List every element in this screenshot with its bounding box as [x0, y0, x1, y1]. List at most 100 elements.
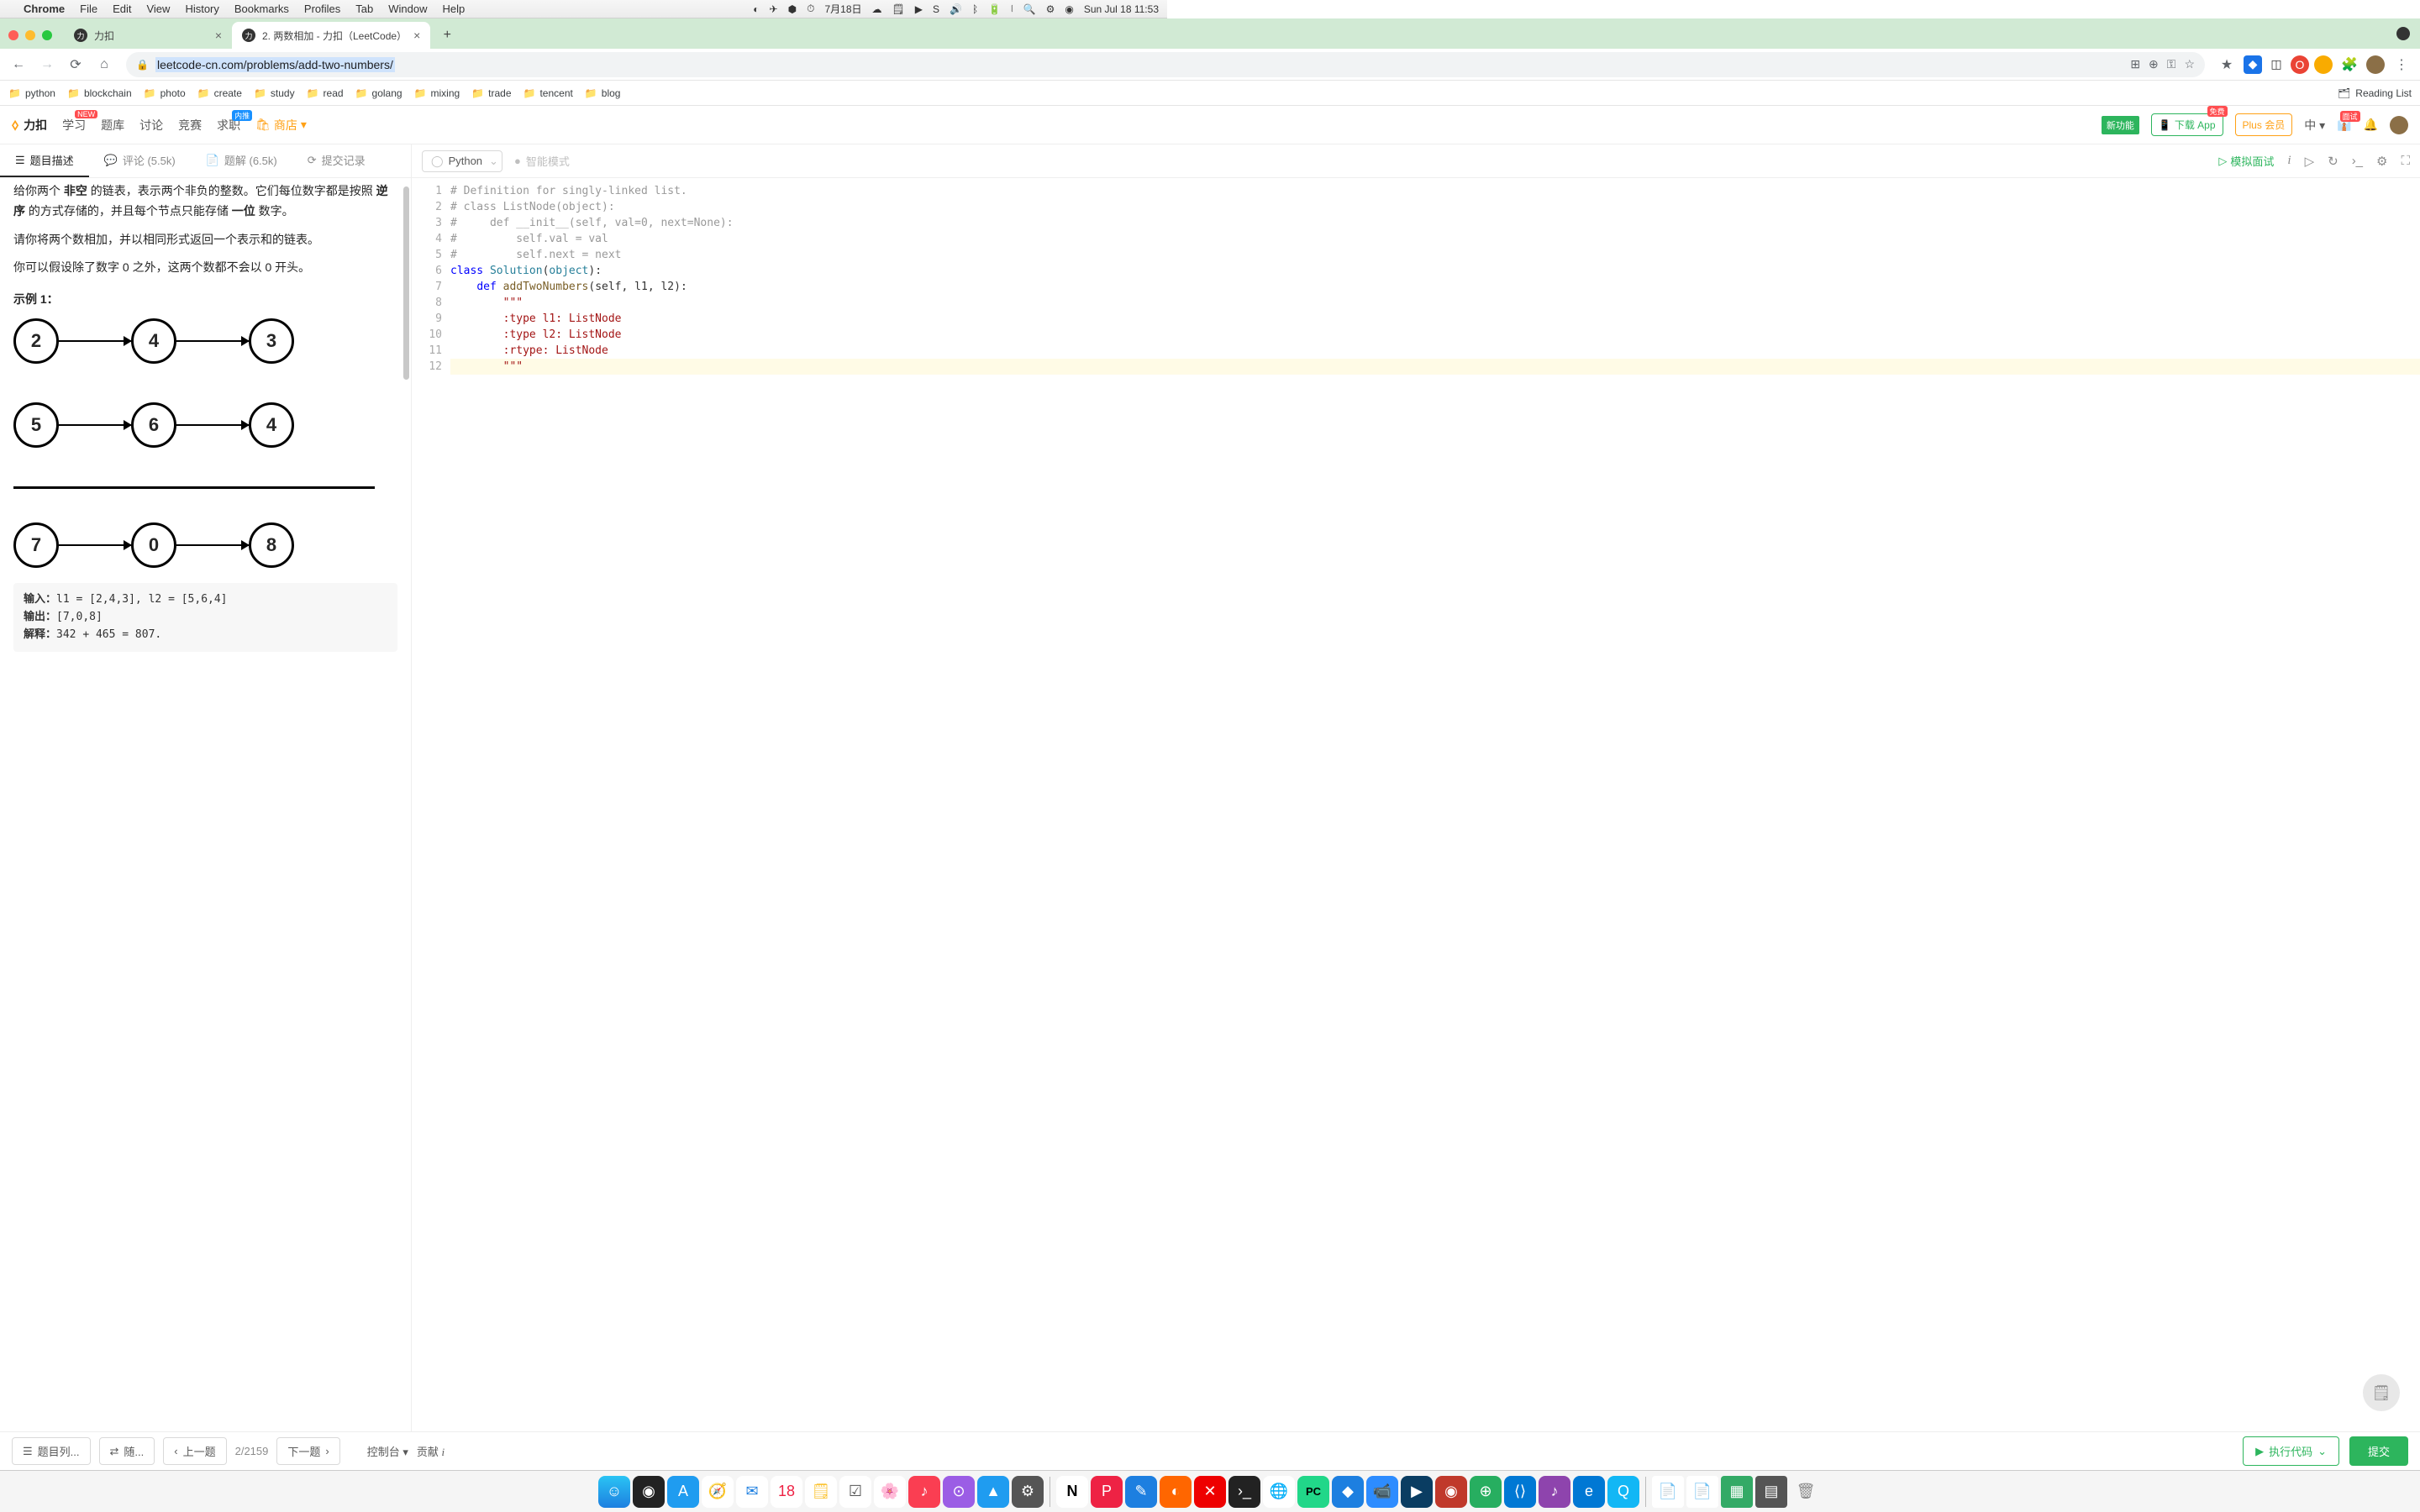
status-icon[interactable]: ▶ [915, 3, 923, 15]
console-toggle[interactable]: 控制台 ▾ [367, 1443, 408, 1459]
nav-problems[interactable]: 题库 [101, 117, 124, 134]
finder-icon[interactable]: ☺ [598, 1476, 630, 1508]
status-icon[interactable]: ◐ [753, 3, 759, 15]
address-bar[interactable]: 🔒 leetcode-cn.com/problems/add-two-numbe… [126, 52, 2205, 77]
bookmark-folder[interactable]: 📁mixing [414, 87, 460, 99]
mail-icon[interactable]: ✉ [736, 1476, 768, 1508]
chrome-menu-icon[interactable]: ⋮ [2390, 53, 2413, 76]
nav-jobs[interactable]: 求职内推 [217, 117, 240, 134]
status-icon[interactable]: ☁ [872, 3, 882, 15]
siri-icon[interactable]: ◉ [633, 1476, 665, 1508]
zoom-icon[interactable]: 📹 [1366, 1476, 1398, 1508]
siri-icon[interactable]: ◉ [1065, 3, 1073, 15]
reminders-icon[interactable]: ☑ [839, 1476, 871, 1508]
browser-tab-active[interactable]: 力 2. 两数相加 - 力扣（LeetCode） × [232, 22, 430, 49]
extensions-icon[interactable]: 🧩 [2338, 53, 2361, 76]
menu-file[interactable]: File [80, 3, 97, 15]
app-icon[interactable]: ⊕ [1470, 1476, 1502, 1508]
safari-icon[interactable]: 🧭 [702, 1476, 734, 1508]
random-button[interactable]: ⇄ 随... [99, 1437, 155, 1465]
mock-interview-button[interactable]: ▷ 模拟面试 [2218, 153, 2274, 169]
user-avatar[interactable] [2390, 116, 2408, 134]
tab-solutions[interactable]: 📄 题解 (6.5k) [191, 144, 292, 177]
bookmark-folder[interactable]: 📁photo [144, 87, 186, 99]
reload-button[interactable]: ⟳ [64, 53, 87, 76]
window-close-button[interactable] [8, 30, 18, 40]
menubar-clock[interactable]: Sun Jul 18 11:53 [1084, 3, 1159, 15]
volume-icon[interactable]: 🔊 [950, 3, 962, 15]
nav-contest[interactable]: 竞赛 [178, 117, 202, 134]
reset-icon[interactable]: ↻ [2328, 154, 2338, 169]
dock-app[interactable]: ▤ [1755, 1476, 1787, 1508]
menu-tab[interactable]: Tab [355, 3, 373, 15]
dock-file[interactable]: 📄 [1686, 1476, 1718, 1508]
key-icon[interactable]: ⚿ [2167, 57, 2176, 71]
language-select[interactable]: ◯Python ⌄ [422, 150, 502, 172]
photos-icon[interactable]: 🌸 [874, 1476, 906, 1508]
smart-mode-toggle[interactable]: ● 智能模式 [514, 153, 570, 169]
app-icon[interactable]: ✕ [1194, 1476, 1226, 1508]
bookmark-star-icon[interactable]: ★ [2215, 53, 2238, 76]
menu-edit[interactable]: Edit [113, 3, 131, 15]
menu-history[interactable]: History [185, 3, 218, 15]
notes-float-button[interactable]: 🗒 [2363, 1374, 2400, 1411]
tab-close-icon[interactable]: × [215, 29, 222, 42]
app-icon[interactable]: ♪ [1539, 1476, 1570, 1508]
terminal-icon[interactable]: ›_ [1228, 1476, 1260, 1508]
podcasts-icon[interactable]: ⊙ [943, 1476, 975, 1508]
translate-icon[interactable]: ⊕ [2149, 57, 2159, 71]
tab-description[interactable]: ☰ 题目描述 [0, 144, 89, 177]
app-icon[interactable]: ✎ [1125, 1476, 1157, 1508]
back-button[interactable]: ← [7, 53, 30, 76]
battery-icon[interactable]: 🔋 [988, 3, 1001, 15]
fullscreen-icon[interactable]: ⛶ [2401, 154, 2410, 168]
menu-bookmarks[interactable]: Bookmarks [234, 3, 289, 15]
tab-comments[interactable]: 💬 评论 (5.5k) [89, 144, 191, 177]
app-icon[interactable]: ◐ [1160, 1476, 1192, 1508]
tab-submissions[interactable]: ⟳ 提交记录 [292, 144, 381, 177]
pycharm-icon[interactable]: PC [1297, 1476, 1329, 1508]
reading-list-button[interactable]: 🗂Reading List [2338, 87, 2412, 99]
profile-avatar[interactable] [2366, 55, 2385, 74]
status-icon[interactable]: S [933, 3, 939, 15]
extension-icon[interactable]: ◆ [2244, 55, 2262, 74]
bookmark-folder[interactable]: 📁create [197, 87, 242, 99]
status-icon[interactable]: ⬢ [788, 3, 797, 15]
settings-icon[interactable]: ⚙ [2376, 154, 2387, 169]
notes-icon[interactable]: 🗒 [805, 1476, 837, 1508]
interview-icon[interactable]: 👔面试 [2337, 118, 2351, 132]
code-content[interactable]: # Definition for singly-linked list. # c… [450, 178, 2420, 1431]
tab-close-icon[interactable]: × [413, 29, 420, 42]
nav-shop[interactable]: 🛍 商店 ▾ [255, 117, 307, 134]
contribute-link[interactable]: 贡献 i [417, 1443, 445, 1459]
new-feature-button[interactable]: 新功能 [2102, 116, 2139, 134]
forward-button[interactable]: → [35, 53, 59, 76]
menu-profiles[interactable]: Profiles [304, 3, 340, 15]
notion-icon[interactable]: N [1056, 1476, 1088, 1508]
extension-icon[interactable] [2314, 55, 2333, 74]
status-icon[interactable]: 🗒 [892, 3, 905, 15]
music-icon[interactable]: ♪ [908, 1476, 940, 1508]
bookmark-folder[interactable]: 📁python [8, 87, 55, 99]
problem-list-button[interactable]: ☰ 题目列... [12, 1437, 91, 1465]
leetcode-logo[interactable]: ⬨ 力扣 [12, 116, 47, 134]
bookmark-folder[interactable]: 📁read [307, 87, 344, 99]
settings-icon[interactable]: ⚙ [1012, 1476, 1044, 1508]
chrome-icon[interactable]: 🌐 [1263, 1476, 1295, 1508]
control-center-icon[interactable]: ⚙ [1046, 3, 1055, 15]
bookmark-folder[interactable]: 📁tencent [523, 87, 573, 99]
bookmark-folder[interactable]: 📁study [254, 87, 295, 99]
console-icon[interactable]: ›_ [2352, 154, 2363, 168]
app-icon[interactable]: ◆ [1332, 1476, 1364, 1508]
trash-icon[interactable]: 🗑 [1790, 1476, 1822, 1508]
prev-button[interactable]: ‹ 上一题 [163, 1437, 226, 1465]
run-code-button[interactable]: ▶ 执行代码 ⌄ [2243, 1436, 2339, 1466]
home-button[interactable]: ⌂ [92, 53, 116, 76]
dock-file[interactable]: 📄 [1652, 1476, 1684, 1508]
appstore-icon[interactable]: ▲ [977, 1476, 1009, 1508]
extension-icon[interactable]: ◫ [2267, 55, 2286, 74]
qq-icon[interactable]: Q [1607, 1476, 1639, 1508]
nav-discuss[interactable]: 讨论 [139, 117, 163, 134]
bookmark-folder[interactable]: 📁blockchain [67, 87, 132, 99]
download-app-button[interactable]: 📱 下载 App免费 [2151, 113, 2223, 136]
